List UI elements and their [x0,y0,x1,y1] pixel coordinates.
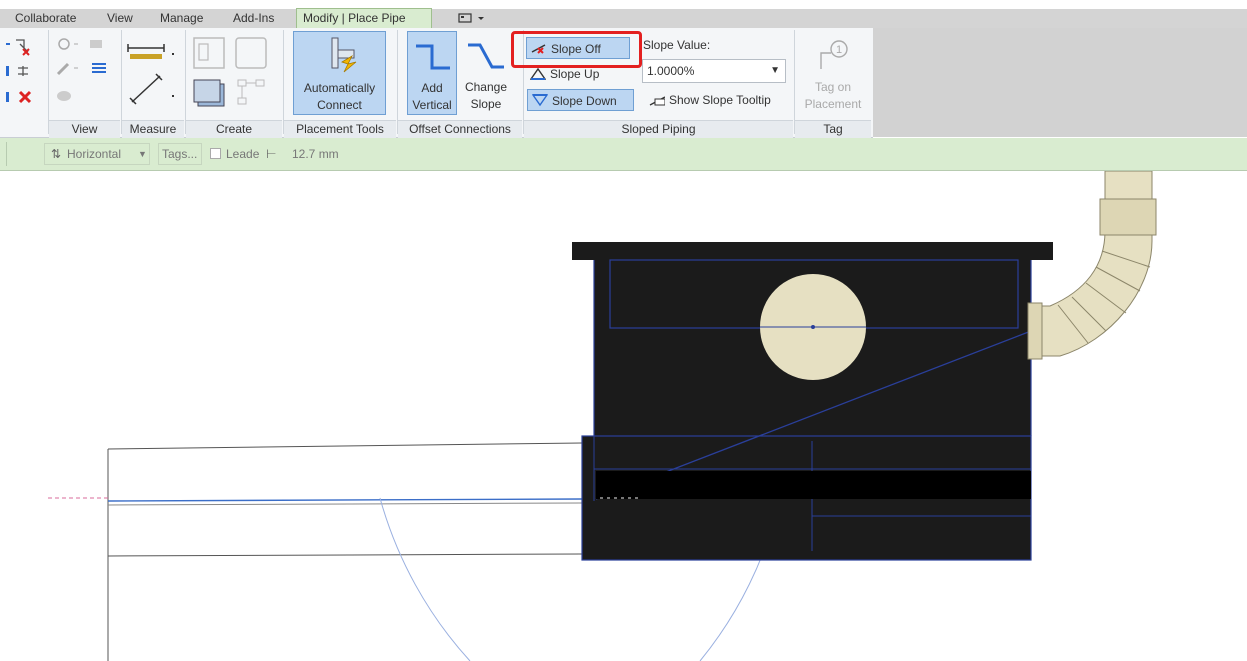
slope-up-button[interactable]: Slope Up [526,63,630,85]
slope-off-label: Slope Off [551,42,601,56]
panel-separator [523,30,524,134]
panel-separator [48,30,49,134]
panel-separator [185,30,186,134]
swing-arc [379,497,471,661]
change-slope-label-line1: Change [464,80,508,94]
add-vertical-button[interactable]: Add Vertical [407,31,457,115]
panel-separator [794,30,795,134]
tag-on-placement-label-line1: Tag on [814,80,852,94]
modify-tools-icons[interactable] [4,36,46,116]
tab-view[interactable]: View [107,9,133,28]
orientation-value: Horizontal [67,147,122,161]
tab-manage[interactable]: Manage [160,9,203,28]
automatically-connect-label-line1: Automatically [303,81,376,95]
view-tools-icons[interactable] [54,36,118,116]
leader-label: Leade [226,147,260,161]
slope-up-icon [530,67,546,80]
pipe-run[interactable] [48,442,583,661]
drawing-canvas[interactable] [0,171,1247,661]
window-dropdown-icon [458,13,484,23]
slope-tooltip-icon [649,96,665,106]
add-vertical-label-line1: Add [421,81,443,95]
chevron-down-icon: ▼ [770,65,780,76]
change-slope-button[interactable]: Change Slope [460,31,512,115]
tag-icon: 1 [820,40,848,69]
tag-on-placement-button[interactable]: 1 Tag on Placement [800,33,866,117]
panel-separator [397,30,398,134]
panel-label-create: Create [186,120,282,138]
slope-value-text: 1.0000% [647,64,695,78]
slope-value-label: Slope Value: [643,38,711,52]
automatically-connect-button[interactable]: Automatically Connect [293,31,386,115]
automatically-connect-icon [331,37,357,73]
panel-label-tag: Tag [795,120,871,138]
slope-value-dropdown[interactable]: 1.0000% ▼ [642,59,786,83]
slope-down-icon [532,94,548,107]
options-bar-separator [6,142,7,166]
orientation-dropdown[interactable]: ⇅ Horizontal ▼ [44,143,150,165]
slope-down-label: Slope Down [552,94,617,108]
quick-access-dropdown[interactable] [456,9,490,28]
panel-label-measure: Measure [122,120,184,138]
options-bar: ⇅ Horizontal ▼ Tags... Leade ⊢ 12.7 mm [0,138,1247,171]
panel-label-placement-tools: Placement Tools [284,120,396,138]
chevron-down-icon: ▼ [138,149,147,159]
leader-checkbox[interactable] [210,148,221,159]
change-slope-icon [468,43,504,69]
equipment-unit[interactable] [572,242,1053,561]
pipe-elbow[interactable] [1027,171,1157,360]
leader-length-field[interactable]: 12.7 mm [292,145,339,163]
panel-separator [121,30,122,134]
panel-label-sloped-piping: Sloped Piping [524,120,793,138]
create-tools-icons[interactable] [190,34,280,118]
automatically-connect-label-line2: Connect [317,98,362,112]
horizontal-icon: ⇅ [51,147,62,161]
slope-up-label: Slope Up [550,67,600,81]
slope-off-icon [531,44,546,54]
change-slope-label-line2: Slope [470,97,502,111]
tab-collaborate[interactable]: Collaborate [15,9,76,28]
slope-down-button[interactable]: Slope Down [527,89,634,111]
slope-off-button[interactable]: Slope Off [526,37,630,59]
panel-label-view: View [49,120,120,138]
tab-add-ins[interactable]: Add-Ins [233,9,274,28]
show-slope-tooltip-label: Show Slope Tooltip [669,93,771,107]
panel-label-offset-connections: Offset Connections [398,120,522,138]
show-slope-tooltip-button[interactable]: Show Slope Tooltip [645,89,791,111]
add-vertical-label-line2: Vertical [412,98,452,112]
ribbon-empty-area [873,28,1247,137]
measure-tools-icons[interactable] [126,38,182,116]
length-icon: ⊢ [266,147,277,161]
tag-on-placement-label-line2: Placement [804,97,862,111]
add-vertical-icon [416,44,450,70]
tags-button[interactable]: Tags... [158,143,202,165]
panel-separator [283,30,284,134]
svg-text:1: 1 [836,44,842,56]
tab-modify-place-pipe[interactable]: Modify | Place Pipe [296,8,432,28]
ribbon-tab-bar: Collaborate View Manage Add-Ins Modify |… [0,8,1247,28]
tags-label: Tags... [162,147,198,161]
